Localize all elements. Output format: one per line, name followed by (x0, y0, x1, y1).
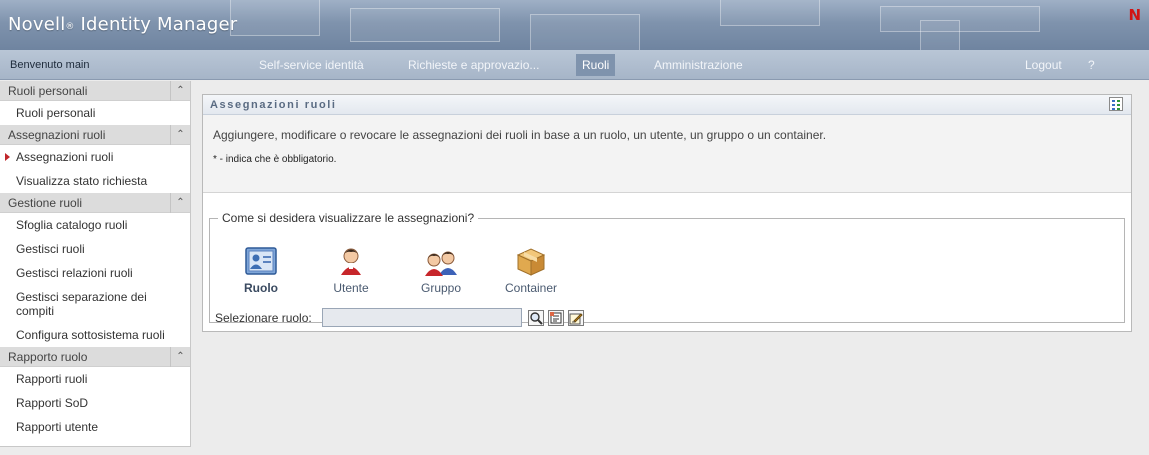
section-title: Gestione ruoli (8, 196, 83, 210)
option-label: Utente (333, 281, 369, 295)
panel-menu-icon[interactable] (1109, 97, 1123, 111)
fieldset-legend: Come si desidera visualizzare le assegna… (222, 211, 475, 225)
view-assignments-fieldset: Come si desidera visualizzare le assegna… (209, 211, 1125, 327)
panel-description: Aggiungere, modificare o revocare le ass… (203, 115, 1131, 193)
sidebar-item-role-assignments[interactable]: Assegnazioni ruoli (0, 145, 190, 169)
select-role-input[interactable] (322, 308, 522, 327)
collapse-icon[interactable]: ⌃︎ (170, 125, 190, 145)
section-title: Ruoli personali (8, 84, 88, 98)
app-banner: Novell® Identity Manager N (0, 0, 1149, 50)
tab-administration[interactable]: Amministrazione (648, 54, 749, 76)
option-label: Ruolo (244, 281, 278, 295)
banner-decoration (720, 0, 820, 26)
option-container[interactable]: Container (491, 245, 571, 295)
novell-logo-icon: N (1128, 6, 1141, 24)
sidebar-section-personal-roles: Ruoli personali ⌃︎ (0, 81, 190, 101)
option-user[interactable]: Utente (311, 245, 391, 295)
top-navigation: Benvenuto main Self-service identità Ric… (0, 50, 1149, 80)
group-icon (424, 245, 458, 277)
container-box-icon (514, 245, 548, 277)
option-label: Container (504, 281, 558, 295)
logout-link[interactable]: Logout (1025, 58, 1062, 72)
app-title: Novell® Identity Manager (8, 14, 237, 35)
sidebar-item-user-reports[interactable]: Rapporti utente (0, 415, 190, 439)
required-note: * - indica che è obbligatorio. (213, 154, 337, 165)
history-list-icon[interactable] (548, 310, 564, 326)
option-label: Gruppo (420, 281, 462, 295)
role-card-icon (244, 245, 278, 277)
sidebar-section-role-reporting: Rapporto ruolo ⌃︎ (0, 347, 190, 367)
description-text: Aggiungere, modificare o revocare le ass… (213, 128, 827, 142)
collapse-icon[interactable]: ⌃︎ (170, 347, 190, 367)
sidebar-item-role-reports[interactable]: Rapporti ruoli (0, 367, 190, 391)
edit-icon[interactable] (568, 310, 584, 326)
sidebar-item-manage-roles[interactable]: Gestisci ruoli (0, 237, 190, 261)
section-title: Assegnazioni ruoli (8, 128, 106, 142)
option-role[interactable]: Ruolo (221, 245, 301, 295)
search-icon[interactable] (528, 310, 544, 326)
brand-name: Novell (8, 14, 66, 35)
sidebar-item-personal-roles[interactable]: Ruoli personali (0, 101, 190, 125)
section-title: Rapporto ruolo (8, 350, 88, 364)
banner-decoration (880, 6, 1040, 32)
panel-title: Assegnazioni ruoli (210, 99, 337, 111)
select-role-label: Selezionare ruolo: (215, 311, 312, 325)
panel-header: Assegnazioni ruoli (203, 95, 1131, 115)
role-assignments-panel: Assegnazioni ruoli Aggiungere, modificar… (202, 94, 1132, 332)
sidebar: Ruoli personali ⌃︎ Ruoli personali Asseg… (0, 81, 191, 447)
registered-mark: ® (65, 22, 75, 32)
sidebar-item-separation-of-duties[interactable]: Gestisci separazione dei compiti (0, 285, 190, 323)
sidebar-item-request-status[interactable]: Visualizza stato richiesta (0, 169, 190, 193)
sidebar-section-role-management: Gestione ruoli ⌃︎ (0, 193, 190, 213)
user-icon (334, 245, 368, 277)
tab-self-service[interactable]: Self-service identità (253, 54, 370, 76)
sidebar-item-sod-reports[interactable]: Rapporti SoD (0, 391, 190, 415)
banner-decoration (920, 20, 960, 50)
sidebar-item-configure-subsystem[interactable]: Configura sottosistema ruoli (0, 323, 190, 347)
product-name: Identity Manager (80, 14, 238, 35)
sidebar-item-browse-catalog[interactable]: Sfoglia catalogo ruoli (0, 213, 190, 237)
banner-decoration (530, 14, 640, 50)
collapse-icon[interactable]: ⌃︎ (170, 193, 190, 213)
banner-decoration (230, 0, 320, 36)
help-link[interactable]: ? (1088, 58, 1095, 72)
tab-roles[interactable]: Ruoli (576, 54, 616, 76)
tab-requests-approvals[interactable]: Richieste e approvazio... (402, 54, 545, 76)
welcome-text: Benvenuto main (10, 59, 90, 71)
sidebar-section-role-assignments: Assegnazioni ruoli ⌃︎ (0, 125, 190, 145)
banner-decoration (350, 8, 500, 42)
option-group[interactable]: Gruppo (401, 245, 481, 295)
sidebar-item-manage-relationships[interactable]: Gestisci relazioni ruoli (0, 261, 190, 285)
collapse-icon[interactable]: ⌃︎ (170, 81, 190, 101)
